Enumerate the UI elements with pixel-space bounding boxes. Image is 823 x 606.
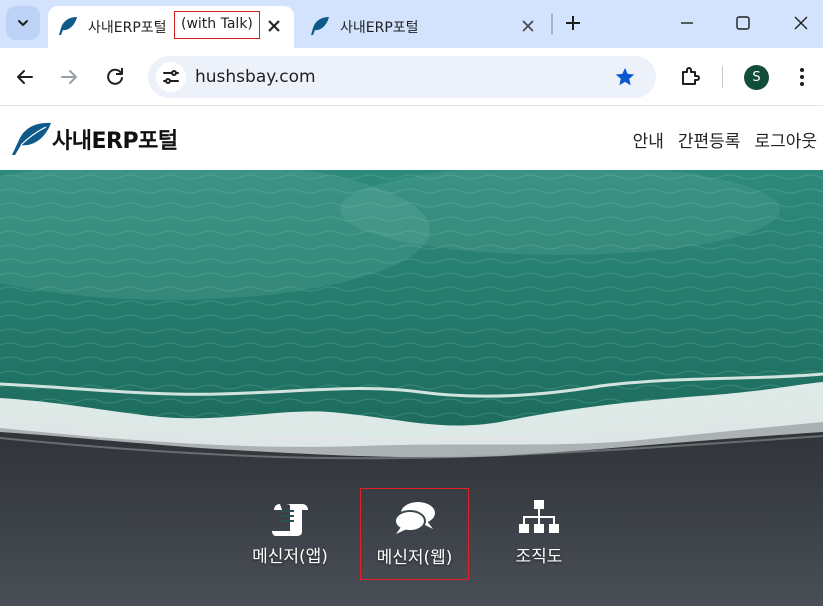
chat-bubbles-icon <box>393 502 435 534</box>
org-chart-button[interactable]: 조직도 <box>484 488 594 580</box>
feather-logo-icon[interactable] <box>10 122 52 156</box>
messenger-web-label: 메신저(웹) <box>376 548 453 568</box>
chevron-down-icon <box>18 20 28 26</box>
scroll-icon <box>272 504 308 536</box>
messenger-web-button[interactable]: 메신저(웹) <box>360 488 469 580</box>
browser-tabstrip: 사내ERP포털 (with Talk) 사내ERP포털 <box>0 0 823 48</box>
tab-title-suffix: (with Talk) <box>174 11 260 39</box>
bookmark-star-icon[interactable] <box>614 66 636 88</box>
close-icon[interactable] <box>520 18 536 34</box>
back-arrow-icon[interactable] <box>14 66 36 88</box>
tune-icon <box>163 70 179 84</box>
maximize-icon[interactable] <box>732 12 754 34</box>
extensions-icon[interactable] <box>678 64 702 88</box>
url-text[interactable]: hushsbay.com <box>195 67 316 87</box>
tab-active[interactable]: 사내ERP포털 (with Talk) <box>48 6 294 48</box>
site-header: 사내ERP포털 안내 간편등록 로그아웃 <box>0 107 823 170</box>
minimize-icon[interactable] <box>676 12 698 34</box>
feather-favicon-icon <box>59 17 77 35</box>
forward-arrow-icon[interactable] <box>58 66 80 88</box>
org-chart-label: 조직도 <box>515 547 563 567</box>
messenger-app-button[interactable]: 메신저(앱) <box>235 488 345 580</box>
tab-inactive[interactable]: 사내ERP포털 <box>300 6 550 48</box>
address-bar[interactable]: hushsbay.com <box>148 56 656 98</box>
site-info-button[interactable] <box>156 62 186 92</box>
feather-favicon-icon <box>311 17 329 35</box>
nav-guide[interactable]: 안내 <box>633 127 664 152</box>
toolbar-separator <box>722 66 723 88</box>
window-close-icon[interactable] <box>790 12 812 34</box>
hero-banner: 메신저(앱) 메신저(웹) 조직도 <box>0 170 823 606</box>
tab-separator <box>551 14 553 34</box>
tab-search-button[interactable] <box>6 6 40 40</box>
more-vert-icon[interactable] <box>792 66 812 88</box>
site-nav: 안내 간편등록 로그아웃 <box>633 127 817 152</box>
tab-title: 사내ERP포털 <box>88 20 167 36</box>
nav-quick-register[interactable]: 간편등록 <box>678 127 741 152</box>
tab-title: 사내ERP포털 <box>340 20 419 36</box>
new-tab-icon[interactable] <box>562 12 584 34</box>
close-icon[interactable] <box>266 18 282 34</box>
org-chart-icon <box>519 500 559 533</box>
messenger-app-label: 메신저(앱) <box>252 547 328 567</box>
site-logo-text[interactable]: 사내ERP포털 <box>52 123 178 155</box>
browser-toolbar: hushsbay.com S <box>0 48 823 106</box>
nav-logout[interactable]: 로그아웃 <box>754 127 817 152</box>
profile-avatar[interactable]: S <box>744 65 769 90</box>
reload-icon[interactable] <box>104 66 126 88</box>
